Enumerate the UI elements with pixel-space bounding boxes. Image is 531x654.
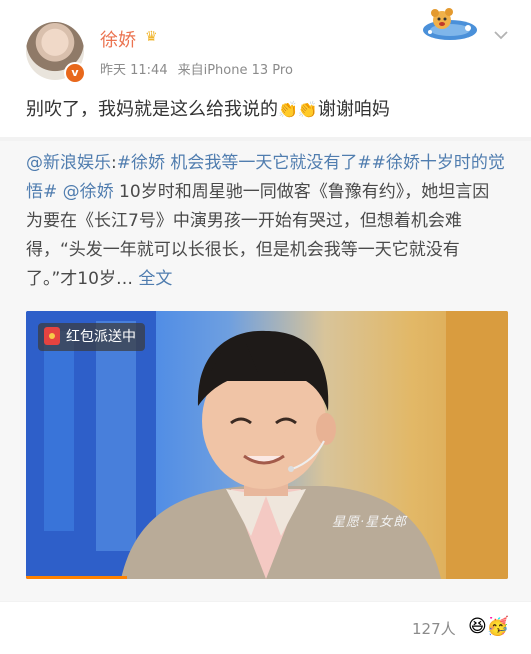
post-time: 昨天 11:44: [100, 63, 168, 78]
post-text: 别吹了，我妈就是这么给我说的👏👏谢谢咱妈: [26, 95, 390, 121]
topic-link-1[interactable]: #徐娇 机会我等一天它就没有了#: [117, 153, 372, 173]
verified-badge-icon: v: [64, 62, 86, 84]
full-text-link[interactable]: 全文: [138, 269, 172, 289]
post-meta: 昨天 11:44 来自iPhone 13 Pro: [100, 59, 303, 78]
red-envelope-icon: [44, 327, 60, 345]
video-progress-bar[interactable]: [26, 576, 128, 579]
post-text-main: 别吹了，我妈就是这么给我说的: [26, 99, 278, 120]
red-envelope-label: 红包派送中: [66, 329, 136, 345]
repost-text: @新浪娱乐:#徐娇 机会我等一天它就没有了##徐娇十岁时的觉悟# @徐娇 10岁…: [26, 149, 506, 294]
repost-card[interactable]: @新浪娱乐:#徐娇 机会我等一天它就没有了##徐娇十岁时的觉悟# @徐娇 10岁…: [0, 141, 531, 601]
video-player[interactable]: 红包派送中 星愿·星女郎: [26, 311, 508, 579]
like-count[interactable]: 127人: [412, 618, 456, 639]
post-text-tail: 谢谢咱妈: [317, 99, 390, 120]
chevron-down-icon[interactable]: [493, 28, 509, 44]
video-frame: [26, 311, 508, 579]
weibo-post: v 徐娇 ♛ 昨天 11:44 来自iPhone 13 Pro 别吹了，我妈就是这…: [0, 0, 531, 137]
repost-author-link[interactable]: @新浪娱乐: [26, 153, 111, 173]
post-footer: 127人 😆🥳: [0, 602, 531, 654]
crown-icon: ♛: [145, 29, 158, 45]
username[interactable]: 徐娇: [100, 26, 136, 52]
red-envelope-badge[interactable]: 红包派送中: [38, 323, 145, 351]
video-watermark: 星愿·星女郎: [332, 515, 408, 530]
reaction-emoji-icon[interactable]: 😆🥳: [468, 616, 509, 637]
clapping-hands-icon: 👏👏: [278, 100, 318, 119]
post-source: 来自iPhone 13 Pro: [177, 63, 293, 78]
cartoon-bear-sticker-icon: [423, 8, 477, 40]
mention-link[interactable]: @徐娇: [63, 182, 114, 202]
